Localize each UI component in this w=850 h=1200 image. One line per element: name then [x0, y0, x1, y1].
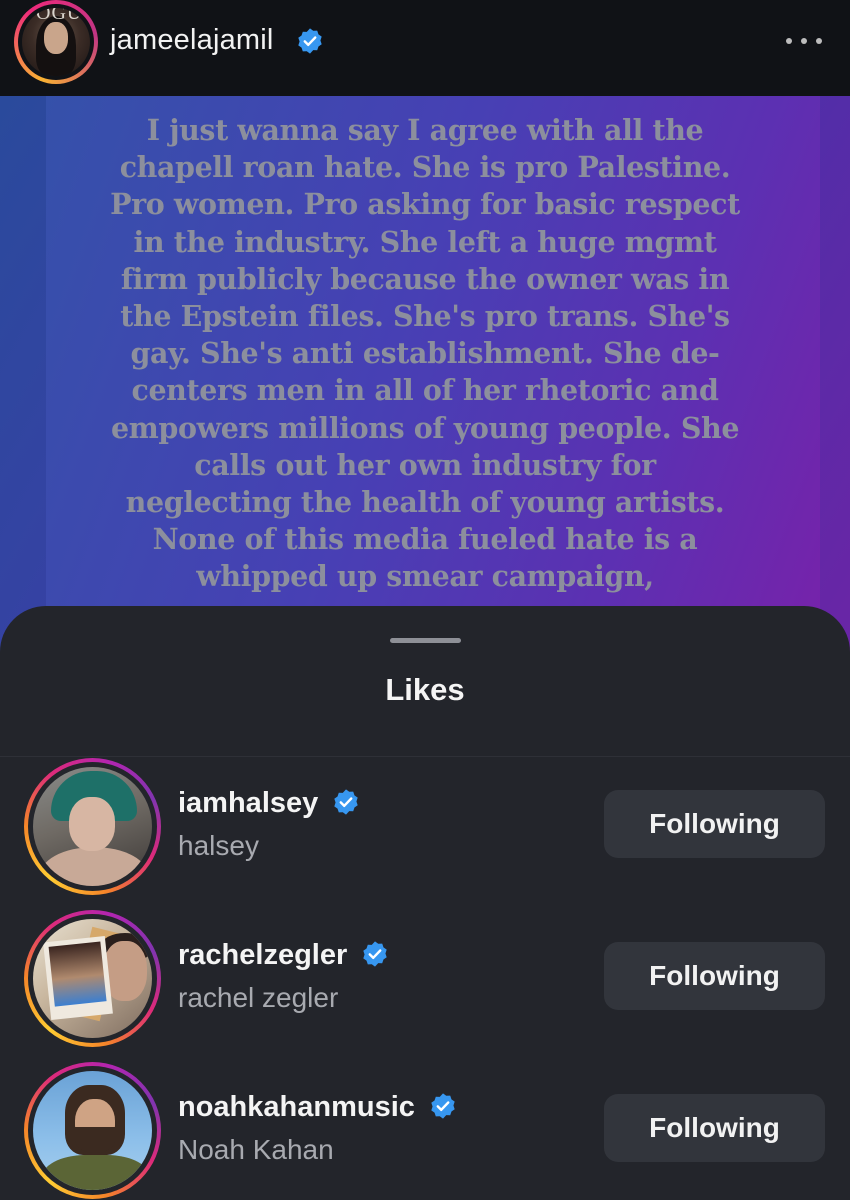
more-horizontal-icon[interactable] [782, 28, 826, 54]
story-text-line: firm publicly because the owner was in [120, 261, 730, 296]
story-text: I just wanna say I agree with all the ch… [40, 112, 810, 596]
verified-badge-icon [431, 1093, 455, 1119]
story-text-line: I just wanna say I agree with all the [146, 113, 704, 147]
verified-badge-icon [363, 941, 388, 967]
liker-handle[interactable]: noahkahanmusic [178, 1091, 457, 1124]
sheet-drag-handle[interactable] [390, 638, 461, 643]
avatar[interactable] [24, 758, 161, 895]
story-text-line: Pro women. Pro asking for basic respect [110, 187, 740, 222]
liker-handle[interactable]: rachelzegler [178, 939, 389, 972]
story-header: OGUE jameelajamil [0, 0, 850, 96]
verified-badge-icon [334, 789, 359, 815]
story-text-line: neglecting the health of young artists. [125, 485, 725, 520]
liker-row[interactable]: rachelzegler rachel zegler Following [0, 910, 850, 1050]
liker-row[interactable]: noahkahanmusic Noah Kahan Following [0, 1062, 850, 1200]
divider [0, 756, 850, 757]
liker-handle-text: iamhalsey [178, 787, 319, 819]
story-content: I just wanna say I agree with all the ch… [0, 96, 850, 656]
liker-row[interactable]: iamhalsey halsey Following [0, 758, 850, 898]
following-button[interactable]: Following [604, 1094, 825, 1162]
story-text-line: the Epstein files. She's pro trans. She'… [120, 299, 730, 334]
author-avatar[interactable]: OGUE [14, 0, 98, 84]
verified-badge-icon [298, 28, 322, 54]
story-text-line: chapell roan hate. She is pro Palestine. [119, 150, 731, 185]
story-text-line: empowers millions of young people. She [110, 410, 740, 445]
liker-handle-text: rachelzegler [178, 939, 348, 971]
story-text-line: in the industry. She left a huge mgmt [133, 224, 717, 259]
liker-full-name: Noah Kahan [178, 1134, 334, 1165]
story-viewer: OGUE jameelajamil I just wanna say I agr… [0, 0, 850, 1200]
story-text-line: centers men in all of her rhetoric and [131, 373, 719, 408]
avatar[interactable] [24, 910, 161, 1047]
following-button[interactable]: Following [604, 942, 825, 1010]
story-text-line: gay. She's anti establishment. She de- [130, 336, 720, 371]
story-text-line: calls out her own industry for [194, 447, 656, 482]
likes-sheet: Likes iamhalsey halsey Following rachelz… [0, 606, 850, 1200]
avatar[interactable] [24, 1062, 161, 1199]
avatar-magazine-text: OGUE [36, 8, 90, 24]
liker-full-name: halsey [178, 830, 259, 861]
following-button[interactable]: Following [604, 790, 825, 858]
liker-handle[interactable]: iamhalsey [178, 787, 360, 820]
author-username[interactable]: jameelajamil [110, 24, 274, 57]
liker-full-name: rachel zegler [178, 982, 339, 1013]
story-text-line: whipped up smear campaign, [196, 559, 654, 594]
liker-handle-text: noahkahanmusic [178, 1091, 415, 1123]
sheet-title: Likes [385, 672, 465, 707]
story-text-line: None of this media fueled hate is a [152, 522, 698, 557]
